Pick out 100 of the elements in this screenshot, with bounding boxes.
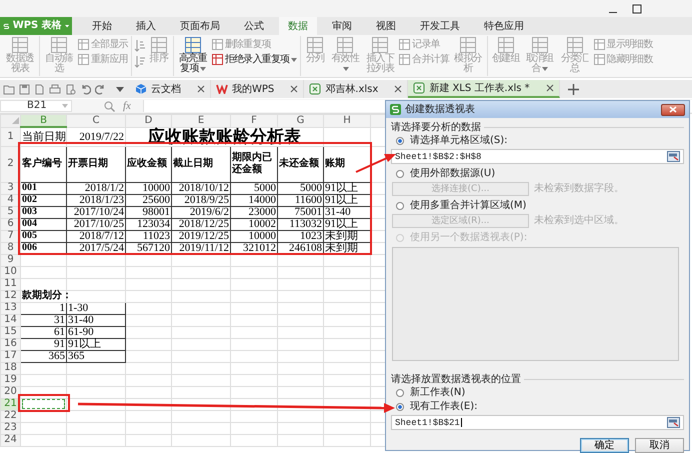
table-cell: 截止日期 bbox=[172, 146, 230, 182]
radio-option[interactable]: 使用多重合并计算区域(M) bbox=[396, 199, 684, 213]
radio-option[interactable]: 请选择单元格区域(S): bbox=[396, 134, 684, 148]
redo-icon[interactable] bbox=[95, 84, 106, 94]
row-header[interactable]: 16 bbox=[0, 338, 20, 350]
table-cell: 2019/7/22 bbox=[66, 127, 126, 146]
radio-option[interactable]: 新工作表(N) bbox=[396, 386, 684, 400]
s-logo-icon bbox=[390, 104, 401, 115]
column-header[interactable]: E bbox=[172, 114, 230, 127]
ribbon-tab[interactable]: 视图 bbox=[367, 17, 405, 35]
column-header[interactable]: G bbox=[278, 114, 324, 127]
table-cell: 1 bbox=[20, 302, 66, 314]
radio-option[interactable]: 现有工作表(E): bbox=[396, 400, 684, 414]
row-header[interactable]: 24 bbox=[0, 434, 20, 446]
document-tab[interactable]: 我的WPS bbox=[211, 80, 304, 98]
row-header[interactable]: 11 bbox=[0, 278, 20, 290]
triangle-icon bbox=[12, 116, 19, 124]
caret-icon bbox=[62, 104, 68, 108]
column-header[interactable]: H bbox=[324, 114, 370, 127]
table-cell: 003 bbox=[20, 206, 66, 218]
ribbon-tab[interactable]: 页面布局 bbox=[171, 17, 229, 35]
document-tab[interactable]: 云文档 bbox=[130, 80, 211, 98]
document-icon[interactable] bbox=[34, 84, 45, 94]
row-header[interactable]: 14 bbox=[0, 314, 20, 326]
zoom-icon[interactable] bbox=[104, 100, 115, 112]
sort-descending-icon[interactable] bbox=[134, 55, 146, 68]
table-cell: 5000 bbox=[278, 182, 324, 194]
close-icon[interactable] bbox=[290, 85, 298, 93]
sort-ascending-icon[interactable] bbox=[134, 39, 146, 52]
table-cell: 2017/10/24 bbox=[66, 206, 126, 218]
spreadsheet-icon bbox=[413, 82, 426, 94]
row-header[interactable]: 15 bbox=[0, 326, 20, 338]
ribbon-button[interactable]: 高亮重复项 bbox=[176, 36, 210, 75]
close-icon[interactable] bbox=[394, 85, 402, 93]
table-cell: 14000 bbox=[230, 194, 278, 206]
dialog-button[interactable]: 确定 bbox=[580, 438, 629, 453]
row-header[interactable]: 22 bbox=[0, 410, 20, 422]
ribbon-tab[interactable]: 特色应用 bbox=[475, 17, 533, 35]
status-note: 未检索到数据字段。 bbox=[534, 183, 624, 195]
undo-icon[interactable] bbox=[80, 84, 91, 94]
maximize-icon[interactable] bbox=[632, 4, 642, 14]
table-icon bbox=[78, 39, 89, 50]
range-input-field[interactable]: Sheet1!$B$2:$H$8 bbox=[391, 149, 684, 164]
plus-icon[interactable] bbox=[568, 84, 579, 94]
cube-icon bbox=[135, 83, 147, 95]
row-header[interactable]: 23 bbox=[0, 422, 20, 434]
column-header[interactable]: B bbox=[20, 114, 66, 127]
table-cell: 11023 bbox=[126, 230, 172, 242]
table-cell: 2018/10/12 bbox=[172, 182, 230, 194]
row-header[interactable]: 13 bbox=[0, 302, 20, 314]
print-icon[interactable] bbox=[49, 84, 61, 94]
table-cell: 2017/10/25 bbox=[66, 218, 126, 230]
ribbon-button[interactable]: 拒绝录入重复项 bbox=[210, 54, 298, 65]
close-icon bbox=[669, 106, 677, 113]
folder-icon[interactable] bbox=[3, 84, 15, 94]
close-icon[interactable] bbox=[197, 85, 205, 93]
ribbon-tab[interactable]: 开始 bbox=[83, 17, 121, 35]
ribbon-tab[interactable]: 插入 bbox=[127, 17, 165, 35]
spreadsheet-icon bbox=[309, 83, 322, 95]
column-header[interactable]: F bbox=[230, 114, 278, 127]
preview-icon[interactable] bbox=[65, 84, 76, 94]
ribbon-tab[interactable]: 审阅 bbox=[323, 17, 361, 35]
column-header[interactable]: C bbox=[66, 114, 126, 127]
row-header[interactable]: 1 bbox=[0, 127, 20, 146]
status-note: 未检索到选中区域。 bbox=[534, 215, 624, 227]
column-header[interactable]: D bbox=[126, 114, 172, 127]
row-header[interactable]: 10 bbox=[0, 266, 20, 278]
radio-option[interactable]: 使用外部数据源(U) bbox=[396, 167, 684, 181]
table-cell: 91 bbox=[20, 338, 66, 350]
document-tab[interactable]: 新建 XLS 工作表.xls * bbox=[408, 80, 560, 98]
row-header[interactable]: 17 bbox=[0, 350, 20, 362]
range-input-field[interactable]: Sheet1!$B$21 bbox=[391, 415, 684, 430]
save-icon[interactable] bbox=[19, 84, 30, 94]
ribbon-tab[interactable]: 开发工具 bbox=[411, 17, 469, 35]
table-cell: 期限内已还金额 bbox=[230, 146, 278, 182]
ribbon-tab[interactable]: 数据 bbox=[279, 17, 317, 35]
table-cell: 91以上 bbox=[66, 338, 126, 350]
close-button[interactable] bbox=[661, 104, 685, 116]
table-cell: 11600 bbox=[278, 194, 324, 206]
range-picker-icon[interactable] bbox=[667, 417, 680, 428]
row-header[interactable]: 12 bbox=[0, 290, 20, 302]
section-heading: 请选择要分析的数据 bbox=[391, 122, 481, 134]
table-cell: 客户编号 bbox=[20, 146, 66, 182]
row-header[interactable]: 19 bbox=[0, 374, 20, 386]
dialog-button[interactable]: 取消 bbox=[635, 438, 684, 453]
table-cell: 113032 bbox=[278, 218, 324, 230]
table-cell: 91以上 bbox=[324, 218, 370, 230]
table-cell: 31 bbox=[20, 314, 66, 326]
caret-icon[interactable] bbox=[116, 86, 124, 92]
row-header[interactable]: 18 bbox=[0, 362, 20, 374]
range-picker-icon[interactable] bbox=[667, 151, 680, 162]
row-header[interactable]: 9 bbox=[0, 254, 20, 266]
name-box[interactable]: B21 bbox=[0, 100, 72, 112]
w-logo-icon bbox=[216, 84, 228, 94]
table-cell: 2018/12/25 bbox=[172, 218, 230, 230]
table-cell: 1-30 bbox=[66, 302, 126, 314]
table-icon bbox=[212, 54, 223, 65]
close-icon[interactable] bbox=[546, 84, 554, 92]
table-cell: 005 bbox=[20, 230, 66, 242]
ribbon-tab[interactable]: 公式 bbox=[235, 17, 273, 35]
